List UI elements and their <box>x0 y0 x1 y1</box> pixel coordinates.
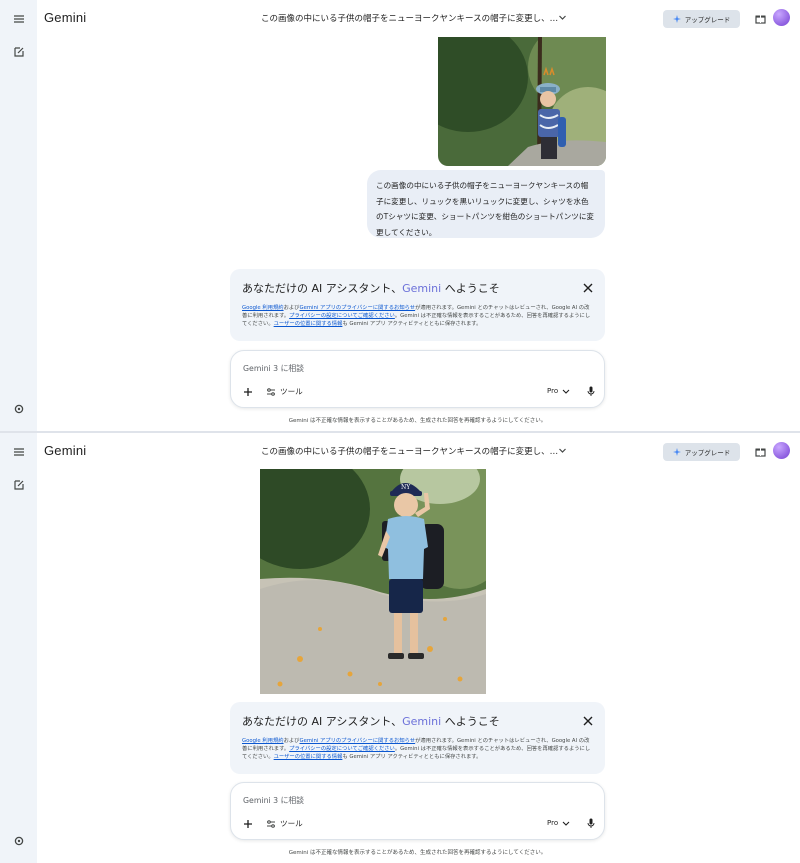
screen-before: Gemini この画像の中にいる子供の帽子をニューヨークヤンキースの帽子に変更し… <box>0 0 800 431</box>
top-bar: Gemini この画像の中にいる子供の帽子をニューヨークヤンキースの帽子に変更し… <box>37 0 800 38</box>
upgrade-label: アップグレード <box>684 16 731 24</box>
gift-icon[interactable] <box>754 445 767 458</box>
new-chat-icon <box>14 47 24 57</box>
privacy-notice-link[interactable]: Gemini アプリのプライバシーに関するお知らせ <box>299 305 415 311</box>
legal-text-4: も Gemini アプリ アクティビティとともに保存されます。 <box>342 321 482 327</box>
privacy-notice-link[interactable]: Gemini アプリのプライバシーに関するお知らせ <box>299 738 415 744</box>
upgrade-button[interactable]: アップグレード <box>663 10 740 28</box>
settings-button[interactable] <box>9 399 29 419</box>
welcome-card: あなただけの AI アシスタント、Gemini へようこそ Google 利用規… <box>230 702 605 774</box>
gift-icon[interactable] <box>754 12 767 25</box>
prompt-input[interactable]: Gemini 3 に相談 <box>243 363 304 374</box>
welcome-title-suffix: へようこそ <box>441 715 500 728</box>
new-chat-button[interactable] <box>9 42 29 62</box>
tools-label: ツール <box>280 819 303 828</box>
plus-icon[interactable] <box>243 387 253 397</box>
welcome-title-brand: Gemini <box>402 282 442 295</box>
app-logo[interactable]: Gemini <box>44 443 86 458</box>
tools-icon <box>267 819 275 828</box>
generated-image[interactable]: NY <box>260 469 486 694</box>
disclaimer: Gemini は不正確な情報を表示することがあるため、生成された回答を再確認する… <box>288 418 547 424</box>
privacy-settings-link[interactable]: プライバシーの設定についてご確認ください <box>289 746 395 752</box>
screen-after: Gemini この画像の中にいる子供の帽子をニューヨークヤンキースの帽子に変更し… <box>0 433 800 863</box>
legal-text: Google 利用規約およびGemini アプリのプライバシーに関するお知らせが… <box>242 304 593 328</box>
sidebar <box>0 0 37 431</box>
sparkle-icon <box>672 15 681 23</box>
top-bar: Gemini この画像の中にいる子供の帽子をニューヨークヤンキースの帽子に変更し… <box>37 433 800 471</box>
welcome-title-brand: Gemini <box>402 715 442 728</box>
chevron-down-icon[interactable] <box>558 13 567 22</box>
menu-icon <box>14 448 24 456</box>
legal-text-1: および <box>283 738 300 744</box>
chevron-down-icon <box>562 821 570 826</box>
mic-icon[interactable] <box>586 386 596 396</box>
model-selector[interactable]: Pro <box>547 819 570 827</box>
legal-text-1: および <box>283 305 300 311</box>
menu-button[interactable] <box>9 442 29 462</box>
sidebar <box>0 433 37 863</box>
tools-label: ツール <box>280 387 303 396</box>
upgrade-label: アップグレード <box>684 449 731 457</box>
avatar[interactable] <box>773 9 790 26</box>
composer[interactable]: Gemini 3 に相談 ツール Pro <box>230 350 605 408</box>
new-chat-icon <box>14 480 24 490</box>
privacy-settings-link[interactable]: プライバシーの設定についてご確認ください <box>289 313 395 319</box>
conversation-title[interactable]: この画像の中にいる子供の帽子をニューヨークヤンキースの帽子に変更し、リュ... <box>261 445 561 457</box>
settings-icon <box>14 836 24 846</box>
welcome-card: あなただけの AI アシスタント、Gemini へようこそ Google 利用規… <box>230 269 605 341</box>
welcome-title-prefix: あなただけの AI アシスタント、 <box>242 715 403 728</box>
close-icon[interactable] <box>583 283 593 293</box>
location-info-link[interactable]: ユーザーの位置に関する情報 <box>274 321 343 327</box>
menu-button[interactable] <box>9 9 29 29</box>
terms-link[interactable]: Google 利用規約 <box>242 738 284 744</box>
model-label: Pro <box>547 819 559 827</box>
prompt-input[interactable]: Gemini 3 に相談 <box>243 795 304 806</box>
disclaimer: Gemini は不正確な情報を表示することがあるため、生成された回答を再確認する… <box>288 850 547 856</box>
chevron-down-icon[interactable] <box>558 446 567 455</box>
new-chat-button[interactable] <box>9 475 29 495</box>
composer[interactable]: Gemini 3 に相談 ツール Pro <box>230 782 605 840</box>
welcome-title-suffix: へようこそ <box>441 282 500 295</box>
user-message: この画像の中にいる子供の帽子をニューヨークヤンキースの帽子に変更し、リュックを黒… <box>367 170 605 238</box>
welcome-title: あなただけの AI アシスタント、Gemini へようこそ <box>242 280 500 296</box>
tools-icon <box>267 387 275 396</box>
welcome-title: あなただけの AI アシスタント、Gemini へようこそ <box>242 713 500 729</box>
terms-link[interactable]: Google 利用規約 <box>242 305 284 311</box>
plus-icon[interactable] <box>243 819 253 829</box>
welcome-title-prefix: あなただけの AI アシスタント、 <box>242 282 403 295</box>
settings-button[interactable] <box>9 831 29 851</box>
sparkle-icon <box>672 448 681 456</box>
menu-icon <box>14 15 24 23</box>
settings-icon <box>14 404 24 414</box>
mic-icon[interactable] <box>586 818 596 828</box>
app-logo[interactable]: Gemini <box>44 10 86 25</box>
uploaded-image[interactable] <box>438 37 606 166</box>
avatar[interactable] <box>773 442 790 459</box>
tools-button[interactable]: ツール <box>266 818 303 829</box>
location-info-link[interactable]: ユーザーの位置に関する情報 <box>274 754 343 760</box>
svg-text:NY: NY <box>401 484 411 491</box>
close-icon[interactable] <box>583 716 593 726</box>
model-label: Pro <box>547 387 559 395</box>
upgrade-button[interactable]: アップグレード <box>663 443 740 461</box>
model-selector[interactable]: Pro <box>547 387 570 395</box>
chevron-down-icon <box>562 389 570 394</box>
legal-text-4: も Gemini アプリ アクティビティとともに保存されます。 <box>342 754 482 760</box>
tools-button[interactable]: ツール <box>266 386 303 397</box>
conversation-title[interactable]: この画像の中にいる子供の帽子をニューヨークヤンキースの帽子に変更し、リュ... <box>261 12 561 24</box>
legal-text: Google 利用規約およびGemini アプリのプライバシーに関するお知らせが… <box>242 737 593 761</box>
